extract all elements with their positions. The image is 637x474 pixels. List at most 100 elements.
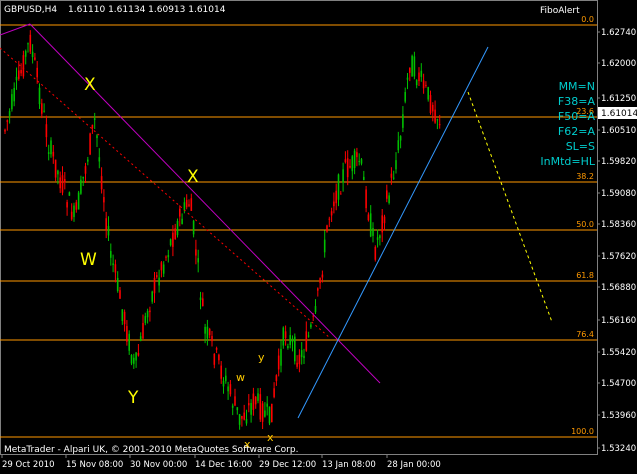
candle-body <box>225 375 227 382</box>
time-tick-label: 14 Dec 16:00 <box>195 460 252 470</box>
candle-body <box>404 92 406 102</box>
candle-body <box>280 348 282 366</box>
candle-body <box>29 34 32 52</box>
candle-body <box>45 124 48 138</box>
candle-body <box>116 277 119 292</box>
candle-body <box>4 129 6 132</box>
candle-body <box>64 179 66 183</box>
candle-body <box>128 333 130 351</box>
fibo-level-label: 38.2 <box>576 172 594 181</box>
candle-body <box>259 394 262 420</box>
candle-body <box>43 110 45 112</box>
candle-body <box>8 111 11 116</box>
price-tick-label: 1.62740 <box>601 28 636 38</box>
candle-body <box>38 87 41 105</box>
candle-body <box>31 51 34 57</box>
candle-body <box>195 249 197 256</box>
time-tick-label: 29 Oct 2010 <box>2 460 55 470</box>
price-tick-label: 1.54700 <box>601 379 636 389</box>
candle-body <box>271 403 273 423</box>
candle-body <box>57 170 59 175</box>
chart-symbol: GBPUSD,H4 <box>4 5 57 15</box>
candle-body <box>176 220 179 236</box>
candle-body <box>381 215 383 233</box>
candle-body <box>158 277 160 286</box>
candle-body <box>220 365 222 379</box>
candle-body <box>422 80 425 89</box>
candle-body <box>50 140 52 155</box>
candle-body <box>254 396 257 405</box>
candle-body <box>337 174 340 200</box>
candle-body <box>190 198 193 211</box>
price-tick-label: 1.57620 <box>601 252 636 262</box>
candle-body <box>335 190 337 204</box>
candle-body <box>376 237 379 240</box>
chart-ohlc-quote: 1.61110 1.61134 1.60913 1.61014 <box>68 5 226 15</box>
candle-body <box>275 375 278 381</box>
candle-body <box>123 311 126 325</box>
price-tick-label: 1.61250 <box>601 94 636 104</box>
candle-body <box>100 176 103 190</box>
candle-body <box>291 338 294 343</box>
candle-body <box>252 393 255 410</box>
candle-body <box>75 202 78 210</box>
candle-body <box>365 189 367 209</box>
candle-body <box>323 239 326 253</box>
candle-body <box>222 380 225 387</box>
price-tick-label: 1.53240 <box>601 444 636 454</box>
price-tick-label: 1.56160 <box>601 316 636 326</box>
candle-body <box>303 355 305 359</box>
candle-body <box>317 288 319 291</box>
candle-body <box>287 346 289 348</box>
candle-body <box>139 336 142 341</box>
candle-body <box>96 135 98 139</box>
candle-body <box>11 94 13 110</box>
candle-body <box>103 197 105 203</box>
candle-body <box>344 159 347 163</box>
candle-body <box>213 353 216 365</box>
candle-body <box>248 403 250 406</box>
candle-body <box>340 193 342 195</box>
price-chart[interactable]: 0.023.638.250.061.876.4100.0 GBPUSD,H4 1… <box>0 0 637 474</box>
wave-label: x <box>267 431 274 444</box>
candle-body <box>84 166 87 174</box>
candle-body <box>372 227 374 236</box>
candle-body <box>436 119 439 121</box>
candle-body <box>314 306 317 313</box>
candle-body <box>133 357 135 364</box>
candle-body <box>202 298 204 306</box>
candle-body <box>112 263 114 265</box>
candle-body <box>18 70 20 79</box>
candle-body <box>284 331 287 338</box>
wave-label: W <box>80 250 97 270</box>
wave-label: X <box>84 75 96 95</box>
price-tick-label: 1.59080 <box>601 189 636 199</box>
candle-body <box>236 407 239 411</box>
candle-body <box>231 405 234 408</box>
current-price-label: 1.61014 <box>601 109 637 119</box>
price-tick-label: 1.55420 <box>601 348 636 358</box>
candle-body <box>229 384 232 395</box>
candle-body <box>107 225 110 236</box>
candle-body <box>121 309 124 321</box>
candle-body <box>59 177 61 189</box>
candle-body <box>241 415 243 419</box>
candle-body <box>298 354 301 365</box>
candle-body <box>93 118 96 120</box>
candle-body <box>243 412 245 420</box>
candle-body <box>119 290 121 299</box>
candle-body <box>151 291 153 302</box>
candle-body <box>277 355 280 370</box>
candle-body <box>418 72 420 82</box>
time-tick-label: 28 Jan 00:00 <box>387 460 441 470</box>
candle-body <box>349 165 351 168</box>
candle-body <box>397 140 400 151</box>
candle-body <box>383 216 386 224</box>
candle-body <box>22 55 25 77</box>
fibo-level-label: 61.8 <box>576 271 594 280</box>
candle-body <box>91 124 94 128</box>
candle-body <box>402 114 404 128</box>
candle-body <box>434 109 436 123</box>
wave-label: w <box>236 371 245 384</box>
candle-body <box>68 192 71 196</box>
